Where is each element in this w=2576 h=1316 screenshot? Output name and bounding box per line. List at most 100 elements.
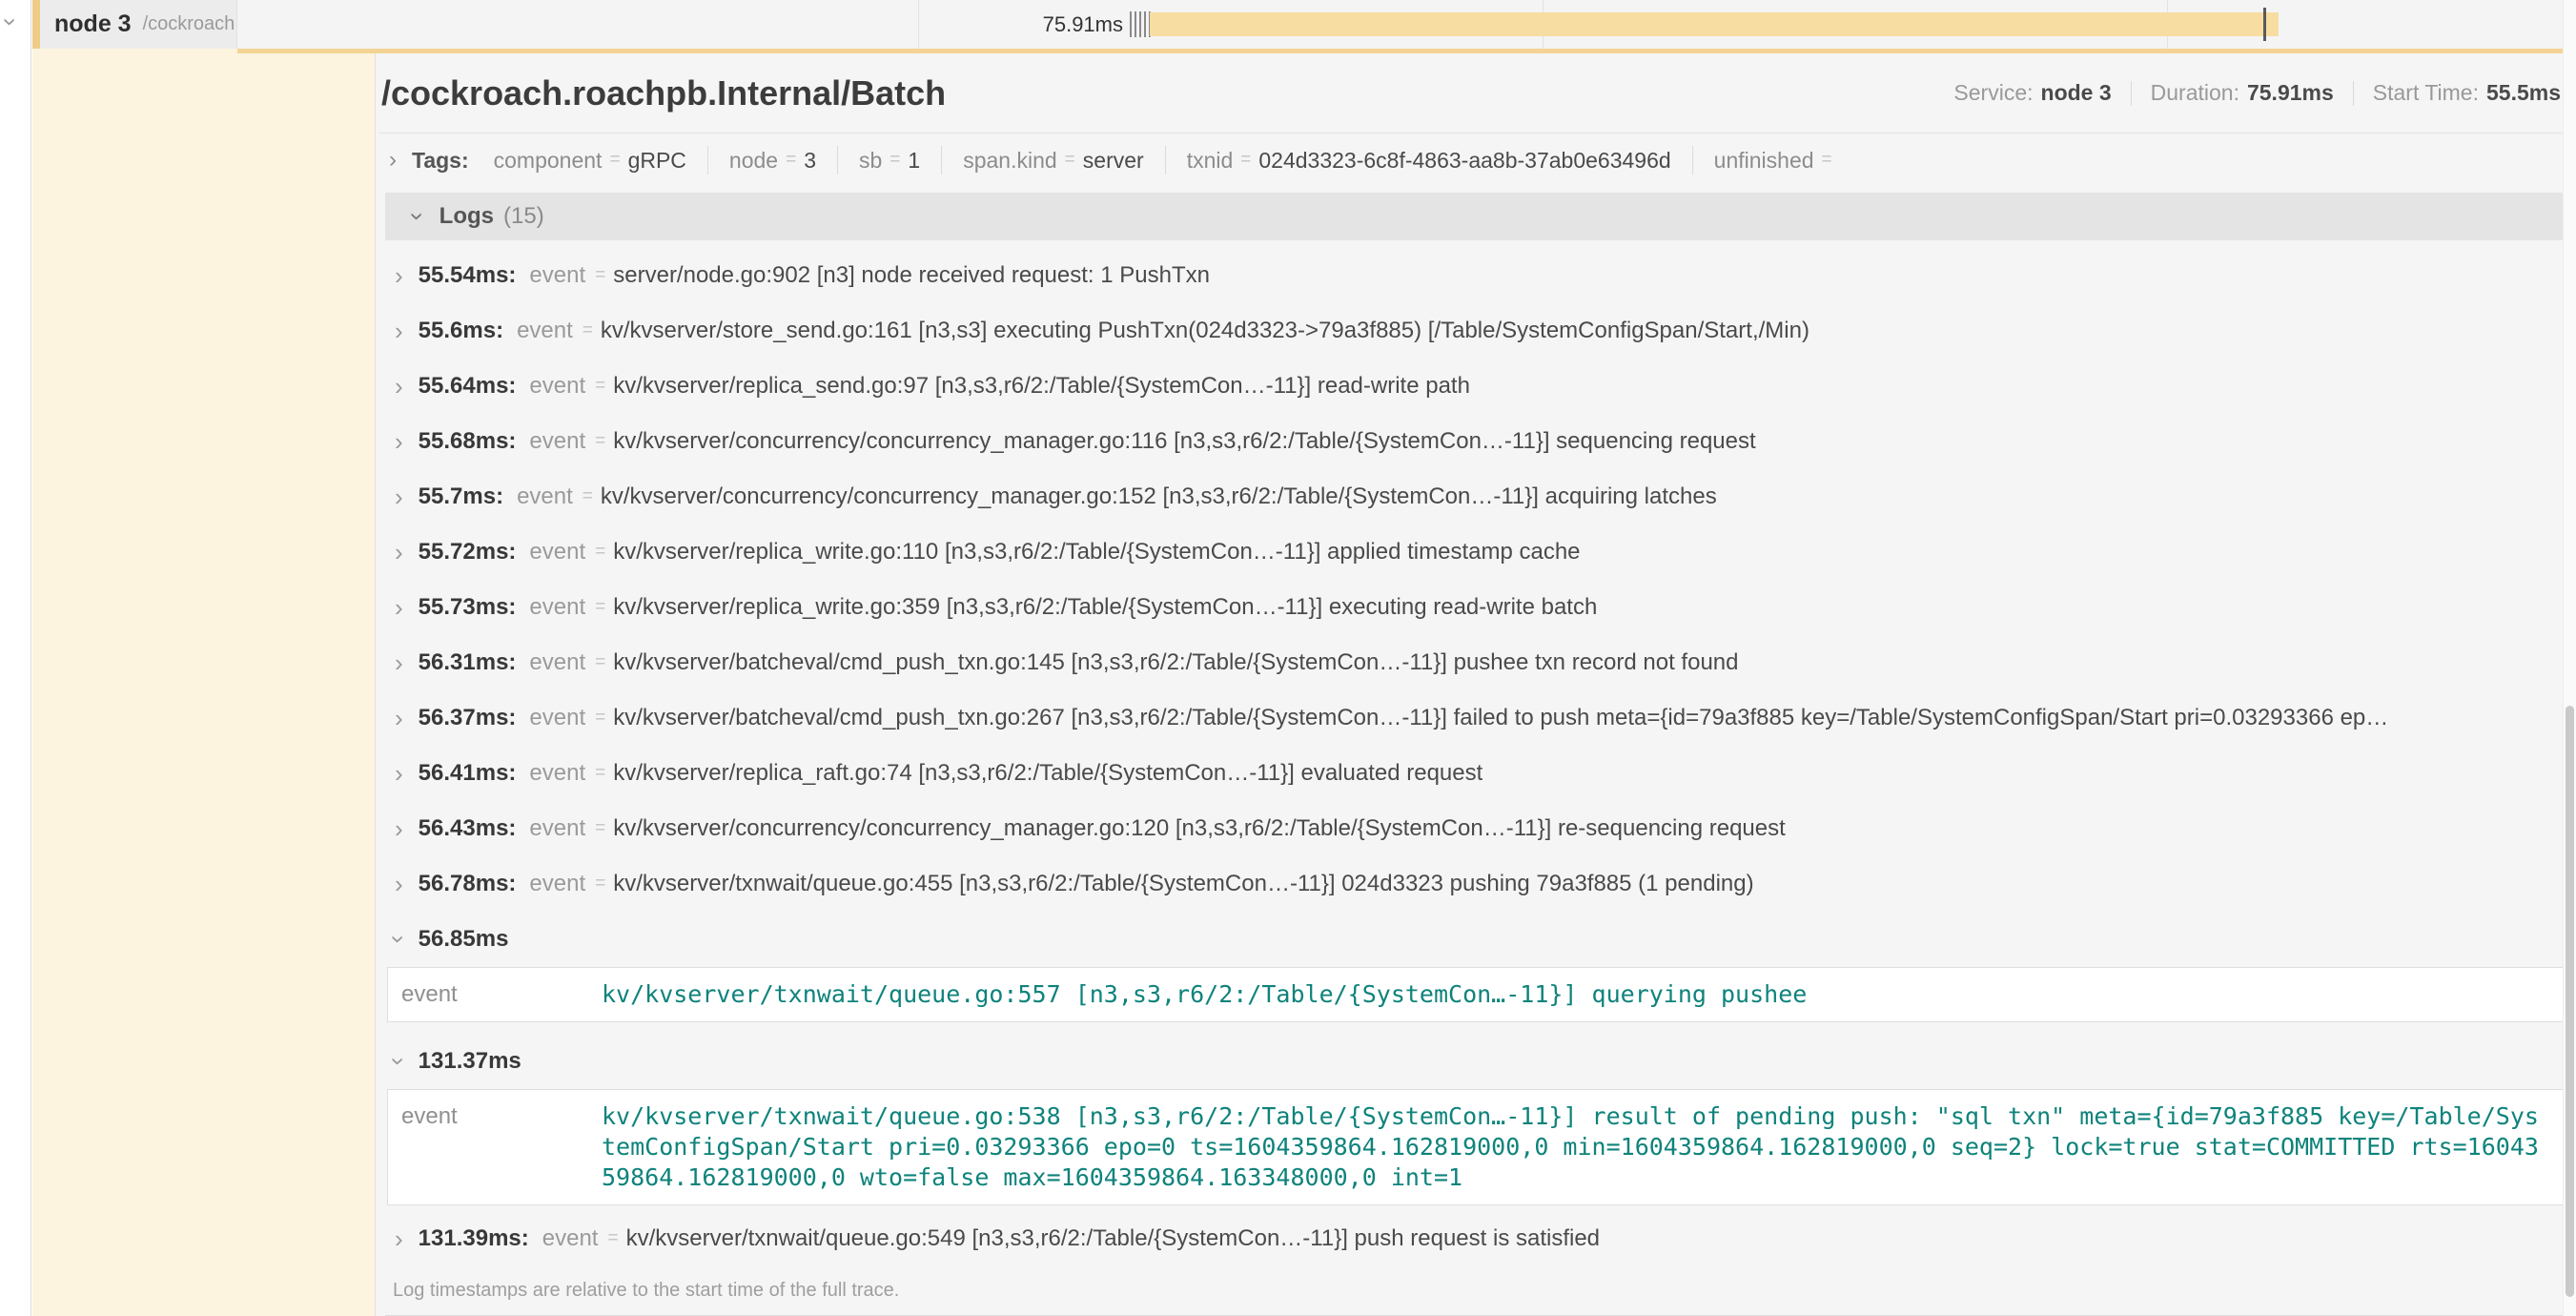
equals-sign: = <box>595 818 605 839</box>
equals-sign: = <box>595 874 605 894</box>
log-value: kv/kvserver/concurrency/concurrency_mana… <box>613 815 1786 842</box>
log-timestamp: 56.43ms: <box>419 815 517 842</box>
log-field: event <box>529 373 585 400</box>
chevron-right-icon: › <box>395 429 403 454</box>
span-duration-bar[interactable] <box>1150 12 2279 36</box>
tags-label: Tags: <box>412 148 469 174</box>
meta-divider <box>2131 81 2132 106</box>
log-value: kv/kvserver/replica_raft.go:74 [n3,s3,r6… <box>613 760 1482 787</box>
tag-item: node = 3 <box>729 148 816 174</box>
tag-value: server <box>1083 148 1144 174</box>
equals-sign: = <box>583 320 593 341</box>
left-gutter: › <box>0 0 31 1316</box>
tag-divider <box>1165 146 1166 175</box>
log-timestamp: 131.39ms: <box>419 1225 529 1252</box>
log-entry[interactable]: › 55.73ms: event = kv/kvserver/replica_w… <box>379 580 2570 635</box>
start-time-label: Start Time: <box>2373 80 2479 106</box>
log-timestamp: 56.41ms: <box>419 760 517 787</box>
equals-sign: = <box>609 150 620 171</box>
span-operation-name: /cockroach.roach… <box>143 13 237 35</box>
log-timestamp: 55.7ms: <box>419 483 503 510</box>
equals-sign: = <box>595 431 605 452</box>
equals-sign: = <box>1240 150 1251 171</box>
timeline-track[interactable]: 75.91ms <box>237 0 2576 49</box>
log-entry-expanded-header[interactable]: › 56.85ms <box>379 912 2570 967</box>
log-entry[interactable]: › 56.31ms: event = kv/kvserver/batcheval… <box>379 635 2570 690</box>
log-entry[interactable]: › 55.72ms: event = kv/kvserver/replica_w… <box>379 524 2570 580</box>
logs-label: Logs <box>440 203 494 230</box>
chevron-down-icon: › <box>405 213 430 221</box>
tags-section-toggle[interactable]: › Tags: component = gRPC node = 3 sb = 1… <box>379 134 2570 187</box>
tag-item: unfinished = <box>1714 148 1840 174</box>
log-timestamp: 56.37ms: <box>419 705 517 731</box>
log-detail-value: kv/kvserver/txnwait/queue.go:557 [n3,s3,… <box>602 979 1807 1010</box>
equals-sign: = <box>583 486 593 507</box>
duration-value: 75.91ms <box>2247 80 2334 106</box>
tag-key: node <box>729 148 778 174</box>
log-timestamp: 55.72ms: <box>419 539 517 565</box>
log-entry[interactable]: › 56.41ms: event = kv/kvserver/replica_r… <box>379 746 2570 801</box>
chevron-down-icon: › <box>386 1058 411 1066</box>
chevron-right-icon: › <box>395 484 403 509</box>
chevron-right-icon: › <box>395 1226 403 1251</box>
chevron-right-icon: › <box>395 650 403 675</box>
span-service-name: node 3 <box>54 10 132 38</box>
service-label: Service: <box>1953 80 2033 106</box>
span-row-background <box>32 49 375 1316</box>
span-meta: Service:node 3 Duration:75.91ms Start Ti… <box>1953 80 2561 106</box>
tag-key: span.kind <box>963 148 1056 174</box>
tag-divider <box>837 146 838 175</box>
log-timestamp: 55.64ms: <box>419 373 517 400</box>
log-field: event <box>529 871 585 897</box>
chevron-right-icon: › <box>395 706 403 730</box>
tag-item: component = gRPC <box>494 148 686 174</box>
log-field: event <box>529 539 585 565</box>
log-timestamp: 55.54ms: <box>419 262 517 289</box>
log-detail-value: kv/kvserver/txnwait/queue.go:538 [n3,s3,… <box>602 1101 2539 1193</box>
log-value: kv/kvserver/txnwait/queue.go:455 [n3,s3,… <box>613 871 1753 897</box>
chevron-right-icon: › <box>395 761 403 786</box>
log-field: event <box>529 649 585 676</box>
meta-divider <box>2353 81 2354 106</box>
log-value: kv/kvserver/batcheval/cmd_push_txn.go:14… <box>613 649 1738 676</box>
log-field: event <box>529 760 585 787</box>
log-entry[interactable]: › 131.39ms: event = kv/kvserver/txnwait/… <box>379 1211 2570 1266</box>
chevron-down-icon: › <box>386 936 411 944</box>
vertical-scrollbar[interactable] <box>2563 0 2576 1316</box>
log-entry[interactable]: › 55.54ms: event = server/node.go:902 [n… <box>379 248 2570 303</box>
log-entry[interactable]: › 55.7ms: event = kv/kvserver/concurrenc… <box>379 469 2570 524</box>
log-value: kv/kvserver/concurrency/concurrency_mana… <box>601 483 1717 510</box>
tag-key: unfinished <box>1714 148 1814 174</box>
tag-value: 1 <box>908 148 920 174</box>
log-entry[interactable]: › 55.64ms: event = kv/kvserver/replica_s… <box>379 359 2570 414</box>
span-detail-panel: /cockroach.roachpb.Internal/Batch Servic… <box>375 53 2576 1316</box>
logs-section-toggle[interactable]: › Logs (15) <box>385 193 2570 240</box>
equals-sign: = <box>595 265 605 286</box>
log-value: kv/kvserver/concurrency/concurrency_mana… <box>613 428 1755 455</box>
equals-sign: = <box>1822 150 1832 171</box>
log-field: event <box>401 1101 602 1193</box>
log-field: event <box>529 428 585 455</box>
log-entry-expanded-header[interactable]: › 131.37ms <box>379 1034 2570 1089</box>
log-value: server/node.go:902 [n3] node received re… <box>613 262 1210 289</box>
equals-sign: = <box>595 763 605 784</box>
log-entry[interactable]: › 56.43ms: event = kv/kvserver/concurren… <box>379 801 2570 856</box>
scrollbar-thumb[interactable] <box>2566 706 2574 1297</box>
chevron-right-icon: › <box>395 374 403 399</box>
log-entry[interactable]: › 55.6ms: event = kv/kvserver/store_send… <box>379 303 2570 359</box>
span-end-marker <box>2263 8 2266 41</box>
log-entry[interactable]: › 56.78ms: event = kv/kvserver/txnwait/q… <box>379 856 2570 912</box>
equals-sign: = <box>595 652 605 673</box>
chevron-down-icon[interactable]: › <box>0 18 23 27</box>
log-entry[interactable]: › 55.68ms: event = kv/kvserver/concurren… <box>379 414 2570 469</box>
duration-label: Duration: <box>2151 80 2239 106</box>
log-timestamp: 56.85ms <box>419 926 509 953</box>
chevron-right-icon: › <box>395 816 403 841</box>
log-field: event <box>529 262 585 289</box>
log-entry[interactable]: › 56.37ms: event = kv/kvserver/batcheval… <box>379 690 2570 746</box>
tag-divider <box>1692 146 1693 175</box>
start-time-value: 55.5ms <box>2486 80 2561 106</box>
log-field: event <box>529 705 585 731</box>
span-name-tab[interactable]: node 3 /cockroach.roach… <box>40 0 237 49</box>
chevron-right-icon: › <box>389 149 397 172</box>
